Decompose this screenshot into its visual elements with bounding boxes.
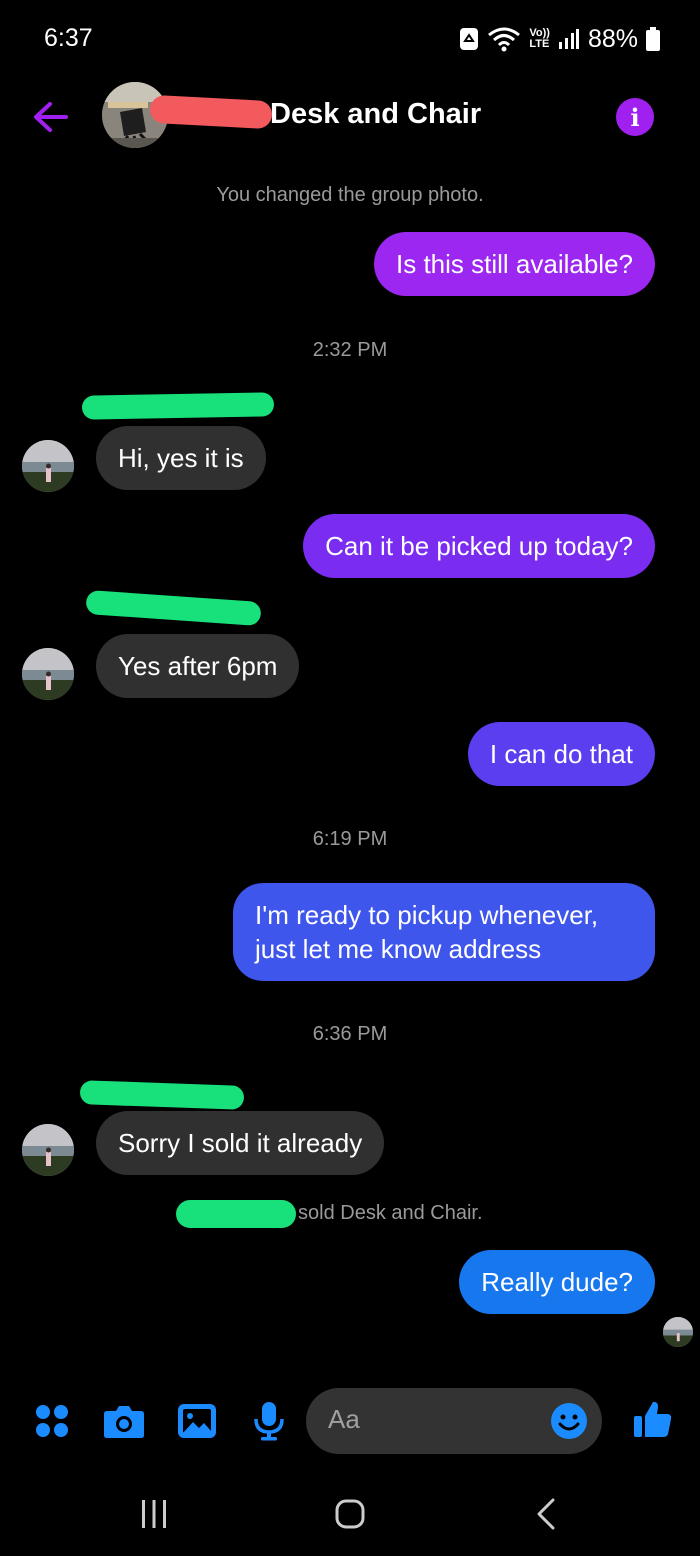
camera-icon	[104, 1406, 144, 1438]
home-icon	[335, 1499, 365, 1529]
battery-percent: 88%	[587, 24, 638, 53]
apps-button[interactable]	[31, 1400, 73, 1442]
signal-icon	[558, 29, 579, 49]
camera-button[interactable]	[103, 1400, 145, 1442]
outgoing-message[interactable]: I can do that	[467, 722, 655, 786]
chevron-left-icon	[537, 1498, 555, 1530]
like-button[interactable]	[632, 1398, 674, 1440]
contact-avatar[interactable]	[22, 648, 74, 700]
redaction-mark	[149, 94, 273, 130]
smiley-icon	[551, 1403, 587, 1439]
home-button[interactable]	[326, 1494, 374, 1534]
conversation-header: Desk and Chair i	[0, 78, 700, 154]
microphone-icon	[254, 1402, 284, 1441]
apps-grid-icon	[36, 1405, 68, 1437]
info-icon: i	[630, 102, 640, 132]
outgoing-message[interactable]: Can it be picked up today?	[303, 514, 655, 578]
recents-icon	[142, 1500, 166, 1528]
info-button[interactable]: i	[616, 98, 654, 136]
timestamp-separator: 6:19 PM	[312, 828, 388, 850]
recycle-notification-icon	[460, 28, 479, 50]
redaction-mark	[81, 392, 275, 420]
timestamp-separator: 2:32 PM	[312, 339, 388, 361]
back-arrow-icon	[34, 102, 68, 132]
status-bar: 6:37 Vo)) LTE 88%	[0, 0, 700, 80]
incoming-message[interactable]: Sorry I sold it already	[96, 1111, 385, 1175]
back-button[interactable]	[30, 96, 72, 138]
outgoing-message[interactable]: Is this still available?	[374, 232, 655, 296]
read-receipt-avatar	[663, 1317, 693, 1347]
thumbs-up-icon	[634, 1401, 672, 1437]
wifi-icon	[488, 27, 521, 52]
incoming-message[interactable]: Yes after 6pm	[96, 634, 300, 698]
voice-button[interactable]	[248, 1400, 290, 1442]
volte-icon: Vo)) LTE	[529, 28, 550, 50]
system-note: sold Desk and Chair.	[298, 1202, 483, 1224]
status-time: 6:37	[44, 24, 93, 52]
contact-avatar[interactable]	[22, 440, 74, 492]
back-nav-button[interactable]	[522, 1494, 570, 1534]
outgoing-message[interactable]: I'm ready to pickup whenever, just let m…	[233, 883, 655, 981]
battery-icon	[646, 27, 660, 51]
timestamp-separator: 6:36 PM	[312, 1023, 388, 1045]
conversation-title[interactable]: Desk and Chair	[270, 98, 481, 131]
gallery-icon	[178, 1404, 216, 1438]
recent-apps-button[interactable]	[130, 1494, 178, 1534]
status-icons: Vo)) LTE 88%	[459, 24, 660, 54]
system-note: You changed the group photo.	[216, 184, 484, 206]
contact-avatar[interactable]	[22, 1124, 74, 1176]
outgoing-message[interactable]: Really dude?	[459, 1250, 655, 1314]
redaction-mark	[85, 589, 262, 627]
message-input-container	[306, 1388, 602, 1454]
redaction-mark	[176, 1200, 296, 1228]
system-navigation-bar	[0, 1470, 700, 1556]
message-composer	[0, 1386, 700, 1456]
emoji-button[interactable]	[550, 1402, 588, 1440]
gallery-button[interactable]	[176, 1400, 218, 1442]
volte-bottom: LTE	[529, 38, 550, 50]
incoming-message[interactable]: Hi, yes it is	[96, 426, 266, 490]
redaction-mark	[79, 1080, 245, 1110]
message-input[interactable]	[328, 1404, 528, 1435]
